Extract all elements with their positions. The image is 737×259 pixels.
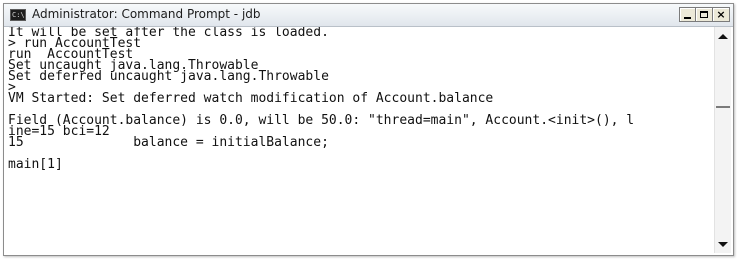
scrollbar-thumb[interactable] [716,106,730,108]
close-icon: × [716,8,726,21]
command-prompt-window[interactable]: C:\ Administrator: Command Prompt - jdb … [3,3,734,256]
console-line: 15 balance = initialBalance; [8,135,329,150]
console-output[interactable]: It will be set after the class is loaded… [8,27,713,253]
console-window-icon[interactable]: C:\ [10,9,26,21]
console-line: Field (Account.balance) is 0.0, will be … [8,113,635,128]
window-title: Administrator: Command Prompt - jdb [32,7,261,21]
vertical-scrollbar[interactable] [714,27,731,253]
maximize-icon [700,11,708,18]
title-bar[interactable]: C:\ Administrator: Command Prompt - jdb … [4,4,733,27]
maximize-button[interactable] [696,7,713,22]
console-line: VM Started: Set deferred watch modificat… [8,91,494,106]
scroll-down-arrow-icon[interactable] [718,242,728,247]
console-line: Set deferred uncaught java.lang.Throwabl… [8,69,329,84]
scroll-up-arrow-icon[interactable] [718,34,728,39]
minimize-button[interactable] [679,7,696,22]
minimize-icon [684,17,691,19]
close-button[interactable]: × [713,7,730,22]
command-prompt-line[interactable]: main[1] [8,158,713,171]
window-controls: × [679,7,730,23]
